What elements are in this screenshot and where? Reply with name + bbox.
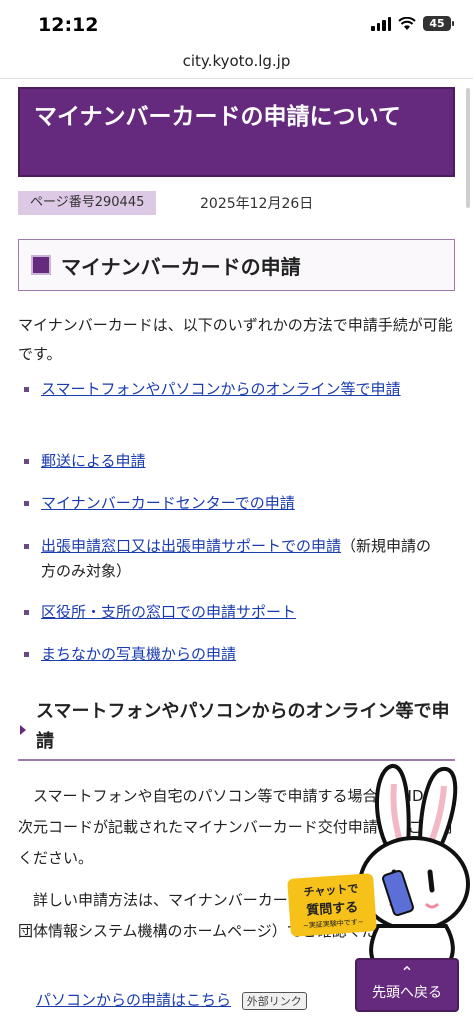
list-item: 区役所・支所の窓口での申請サポート xyxy=(24,600,444,625)
status-icons: 45 xyxy=(371,16,454,31)
section-heading-text: マイナンバーカードの申請 xyxy=(61,254,301,279)
heading-triangle-icon xyxy=(20,725,26,735)
section-heading: マイナンバーカードの申請 xyxy=(18,239,455,291)
list-item: スマートフォンやパソコンからのオンライン等で申請 xyxy=(24,377,444,402)
back-to-top-button[interactable]: ⌃ 先頭へ戻る xyxy=(355,958,459,1012)
bullet-icon xyxy=(24,544,29,549)
chevron-up-icon: ⌃ xyxy=(400,963,414,982)
cellular-signal-icon xyxy=(371,16,391,31)
link-photo-booth-application[interactable]: まちなかの写真機からの申請 xyxy=(41,645,236,663)
pc-application-link[interactable]: パソコンからの申請はこちら xyxy=(36,991,231,1009)
pc-application-link-row: パソコンからの申請はこちら 外部リンク xyxy=(36,989,307,1010)
heading-square-icon xyxy=(31,255,51,275)
status-time: 12:12 xyxy=(38,14,99,36)
intro-text: マイナンバーカードは、以下のいずれかの方法で申請手続が可能です。 xyxy=(18,316,453,363)
page-number-badge: ページ番号290445 xyxy=(18,191,157,215)
link-mail-application[interactable]: 郵送による申請 xyxy=(41,452,146,470)
battery-icon: 45 xyxy=(423,16,454,31)
bullet-icon xyxy=(24,459,29,464)
list-item: マイナンバーカードセンターでの申請 xyxy=(24,491,444,516)
subsection-heading: スマートフォンやパソコンからのオンライン等で申請 xyxy=(18,695,455,761)
address-bar-divider xyxy=(0,78,473,79)
list-item: 出張申請窓口又は出張申請サポートでの申請（新規申請の方のみ対象） xyxy=(24,534,444,584)
bullet-icon xyxy=(24,387,29,392)
page-title: マイナンバーカードの申請について xyxy=(18,87,455,177)
link-card-center-application[interactable]: マイナンバーカードセンターでの申請 xyxy=(41,494,295,512)
rabbit-mascot-icon[interactable] xyxy=(350,754,472,984)
scrollbar[interactable] xyxy=(466,88,470,208)
address-bar[interactable]: city.kyoto.lg.jp xyxy=(0,46,473,76)
bullet-icon xyxy=(24,501,29,506)
back-to-top-label: 先頭へ戻る xyxy=(372,985,442,1001)
link-online-application[interactable]: スマートフォンやパソコンからのオンライン等で申請 xyxy=(41,380,401,398)
list-item: 郵送による申請 xyxy=(24,449,444,474)
link-mobile-office-application[interactable]: 出張申請窓口又は出張申請サポートでの申請 xyxy=(41,537,341,555)
external-link-badge: 外部リンク xyxy=(241,992,307,1010)
chat-button[interactable]: チャットで 質問する ~実証実験中です~ xyxy=(287,873,377,937)
wifi-icon xyxy=(398,16,416,30)
subsection-heading-text: スマートフォンやパソコンからのオンライン等で申請 xyxy=(36,701,450,752)
page-date: 2025年12月26日 xyxy=(200,196,314,212)
list-item: まちなかの写真機からの申請 xyxy=(24,642,444,667)
link-ward-office-support[interactable]: 区役所・支所の窓口での申請サポート xyxy=(41,603,296,621)
bullet-icon xyxy=(24,610,29,615)
status-bar: 12:12 45 xyxy=(0,0,473,46)
bullet-icon xyxy=(24,652,29,657)
